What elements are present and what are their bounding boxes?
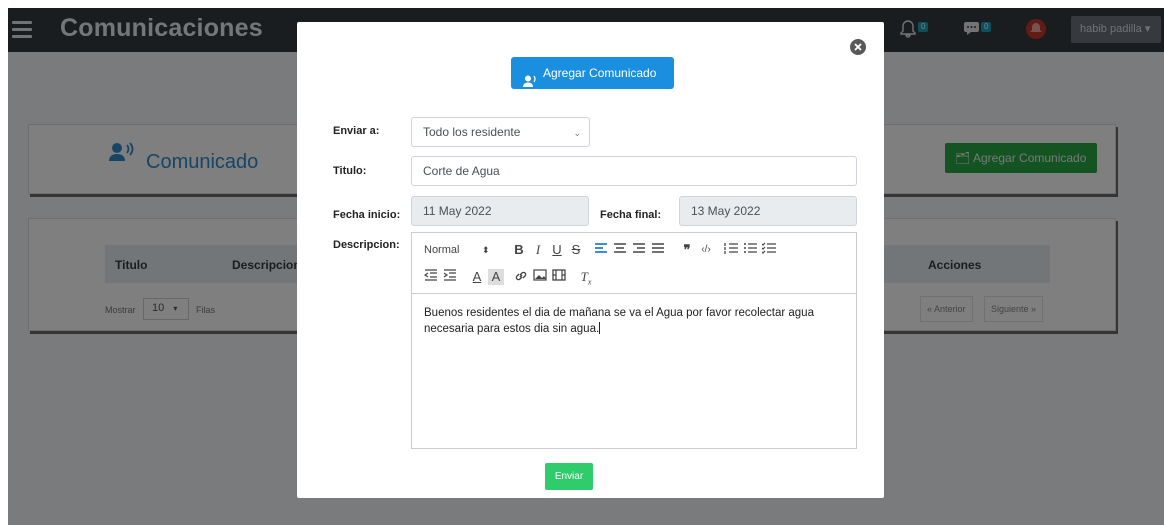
start-date-input[interactable]: 11 May 2022 xyxy=(411,196,589,226)
italic-icon[interactable]: I xyxy=(530,242,546,258)
image-icon[interactable] xyxy=(533,269,549,285)
end-date-label: Fecha final: xyxy=(600,209,662,221)
close-icon[interactable] xyxy=(849,38,867,56)
bullet-list-icon[interactable] xyxy=(743,242,759,258)
align-justify-icon[interactable] xyxy=(651,242,667,258)
ordered-list-icon[interactable] xyxy=(724,242,740,258)
blockquote-icon[interactable]: ❞ xyxy=(679,242,695,258)
font-color-icon[interactable]: A xyxy=(469,269,485,285)
highlight-color-icon[interactable]: A xyxy=(488,269,504,285)
title-input[interactable]: Corte de Agua xyxy=(411,156,857,186)
end-date-input[interactable]: 13 May 2022 xyxy=(679,196,857,226)
modal-add-announcement-button[interactable]: Agregar Comunicado xyxy=(511,57,674,89)
editor-toolbar: Normal ⬍ B I U S ❞ ‹/› A A Tx xyxy=(412,233,856,294)
align-center-icon[interactable] xyxy=(613,242,629,258)
send-to-label: Enviar a: xyxy=(333,125,380,137)
rich-text-editor: Normal ⬍ B I U S ❞ ‹/› A A Tx Buenos res… xyxy=(411,232,857,449)
text-caret xyxy=(599,322,601,334)
send-to-select[interactable]: Todo los residente ⌄ xyxy=(411,117,590,147)
megaphone-user-icon xyxy=(523,67,537,99)
app-screen: Comunicaciones 0 0 habib padilla ▾ Comun… xyxy=(8,8,1164,525)
chevron-down-icon: ⌄ xyxy=(573,128,581,138)
indent-icon[interactable] xyxy=(443,269,459,285)
underline-icon[interactable]: U xyxy=(549,242,565,258)
add-announcement-modal: Agregar Comunicado Enviar a: Todo los re… xyxy=(297,22,884,498)
description-editor[interactable]: Buenos residentes el dia de mañana se va… xyxy=(424,305,849,337)
outdent-icon[interactable] xyxy=(424,269,440,285)
title-label: Titulo: xyxy=(333,165,367,177)
code-icon[interactable]: ‹/› xyxy=(698,242,714,258)
format-select[interactable]: Normal ⬍ xyxy=(424,242,498,258)
align-right-icon[interactable] xyxy=(632,242,648,258)
video-icon[interactable] xyxy=(552,269,568,285)
clear-format-icon[interactable]: Tx xyxy=(578,269,594,287)
send-button[interactable]: Enviar xyxy=(545,463,593,490)
align-left-icon[interactable] xyxy=(594,242,610,258)
strikethrough-icon[interactable]: S xyxy=(568,242,584,258)
checklist-icon[interactable] xyxy=(762,242,778,258)
description-label: Descripcion: xyxy=(333,239,400,251)
updown-arrows-icon: ⬍ xyxy=(482,245,490,255)
link-icon[interactable] xyxy=(514,269,530,285)
start-date-label: Fecha inicio: xyxy=(333,209,401,221)
bold-icon[interactable]: B xyxy=(511,242,527,258)
